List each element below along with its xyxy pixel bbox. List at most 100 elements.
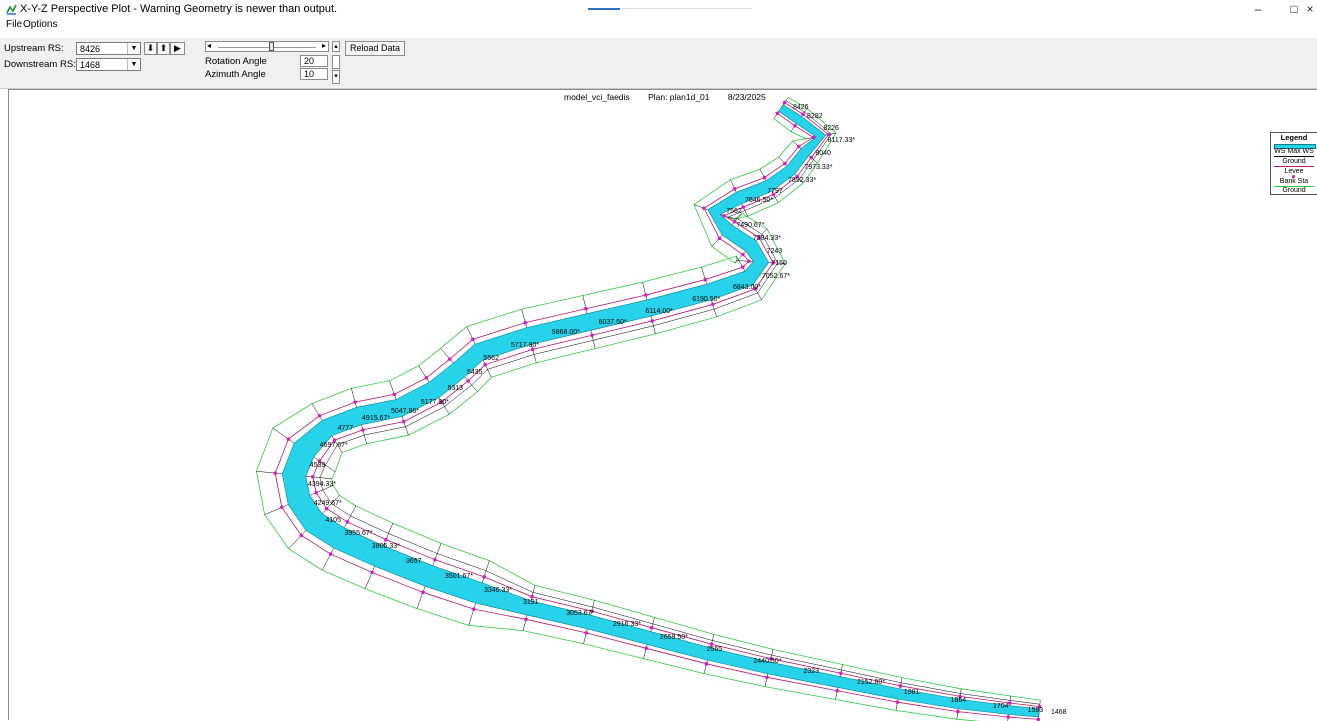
close-button[interactable]: × bbox=[1303, 1, 1317, 17]
rotation-angle-input[interactable]: 20 bbox=[300, 55, 328, 67]
bank-station-marker bbox=[762, 175, 767, 180]
bank-station-marker bbox=[332, 438, 337, 442]
slider-right-arrow-icon[interactable]: ▸ bbox=[322, 41, 326, 50]
bank-station-marker bbox=[732, 187, 737, 191]
slider-track bbox=[218, 47, 316, 48]
bank-station-marker bbox=[783, 161, 787, 166]
bank-station-marker bbox=[482, 575, 486, 579]
bank-station-marker bbox=[809, 155, 814, 160]
menu-options[interactable]: Options bbox=[23, 19, 57, 30]
bank-station-marker bbox=[317, 414, 322, 418]
minimize-button[interactable]: – bbox=[1244, 1, 1272, 17]
river-station-label: 5868.00* bbox=[551, 329, 580, 337]
bank-station-marker bbox=[801, 112, 805, 117]
river-station-label: 8282 bbox=[807, 113, 823, 121]
bank-station-marker bbox=[811, 135, 816, 140]
river-station-label: 4249.67* bbox=[313, 499, 342, 507]
bank-station-marker bbox=[835, 688, 840, 693]
bank-station-marker bbox=[280, 505, 284, 510]
river-perspective-svg bbox=[256, 97, 1042, 721]
downstream-rs-select[interactable]: 1468 ▼ bbox=[76, 58, 141, 71]
river-station-label: 2916.33* bbox=[613, 621, 642, 629]
legend: Legend WS Max WS Ground Levee Bank Sta G… bbox=[1270, 132, 1317, 195]
river-station-label: 7243 bbox=[766, 247, 783, 255]
downstream-rs-value: 1468 bbox=[80, 60, 101, 70]
slider-left-arrow-icon[interactable]: ◂ bbox=[207, 41, 211, 50]
river-station-label: 2565 bbox=[706, 646, 723, 654]
river-station-label: 4394.33* bbox=[308, 481, 337, 488]
reload-data-button[interactable]: Reload Data bbox=[345, 41, 405, 56]
bank-station-marker bbox=[740, 265, 745, 269]
bank-station-marker bbox=[717, 236, 722, 241]
rotation-angle-label: Rotation Angle bbox=[205, 56, 267, 67]
river-station-label: 7490.67* bbox=[736, 222, 765, 230]
play-button[interactable]: ▶ bbox=[170, 42, 185, 55]
river-station-label: 7150 bbox=[771, 260, 787, 268]
arrow-down-icon: ⬇ bbox=[146, 43, 155, 53]
river-station-label: 1583 bbox=[1027, 706, 1044, 714]
slider-thumb[interactable] bbox=[269, 42, 274, 51]
bank-station-marker bbox=[584, 306, 588, 311]
bank-station-marker bbox=[898, 684, 903, 688]
legend-ground-swatch bbox=[1274, 156, 1314, 157]
bank-station-marker bbox=[466, 379, 470, 383]
river-station-label: 7052.67* bbox=[761, 272, 790, 280]
river-station-label: 3657 bbox=[406, 558, 422, 565]
bank-station-marker bbox=[838, 671, 843, 676]
move-downstream-button[interactable]: ⬇ bbox=[144, 42, 157, 55]
chevron-down-icon[interactable]: ▼ bbox=[127, 43, 140, 54]
play-icon: ▶ bbox=[174, 43, 181, 53]
river-station-label: 6114.00* bbox=[645, 307, 673, 315]
perspective-plot-area[interactable]: model_vci_faedis Plan: plan1d_01 8/23/20… bbox=[8, 89, 1317, 721]
bank-station-marker bbox=[392, 392, 397, 397]
bank-station-marker bbox=[895, 700, 900, 704]
rotation-slider[interactable]: ◂ ▸ bbox=[205, 41, 329, 52]
upstream-rs-select[interactable]: 8426 ▼ bbox=[76, 42, 141, 55]
river-station-label: 2440.50* bbox=[753, 657, 782, 665]
slider-spin-button[interactable]: ▴ bbox=[332, 41, 340, 52]
river-station-label: 6843.00* bbox=[733, 283, 762, 291]
bank-station-marker bbox=[310, 475, 315, 479]
bank-station-marker bbox=[956, 709, 960, 714]
river-station-label: 5717.80* bbox=[511, 341, 540, 349]
river-station-label: 5435 bbox=[467, 369, 483, 377]
bank-station-marker bbox=[793, 123, 797, 128]
menu-bar: File Options bbox=[0, 18, 1317, 31]
app-icon bbox=[6, 4, 17, 15]
bank-station-marker bbox=[421, 590, 425, 595]
legend-ground: Ground bbox=[1282, 158, 1306, 165]
azimuth-angle-spinner[interactable]: ▾ bbox=[332, 70, 340, 84]
legend-ground-2: Ground bbox=[1282, 187, 1306, 194]
river-station-label: 6037.50* bbox=[598, 318, 627, 326]
bank-station-marker bbox=[448, 357, 452, 361]
upstream-rs-value: 8426 bbox=[80, 44, 101, 54]
legend-levee-swatch bbox=[1274, 166, 1314, 167]
bank-station-marker bbox=[644, 646, 649, 651]
bank-station-marker bbox=[741, 252, 745, 257]
river-station-label: 8117.33* bbox=[827, 137, 856, 145]
menu-file[interactable]: File bbox=[6, 19, 22, 30]
bank-station-marker bbox=[704, 662, 709, 666]
river-station-label: 4697.67* bbox=[319, 442, 348, 450]
chevron-down-icon[interactable]: ▼ bbox=[127, 59, 140, 70]
downstream-rs-label: Downstream RS: bbox=[4, 59, 76, 70]
title-bar: X-Y-Z Perspective Plot - Warning Geometr… bbox=[0, 0, 1317, 18]
move-upstream-button[interactable]: ⬆ bbox=[157, 42, 170, 55]
river-station-label: 4777 bbox=[337, 425, 354, 433]
river-station-label: 3806.33* bbox=[371, 543, 400, 551]
bank-station-marker bbox=[722, 213, 726, 218]
river-station-label: 1468 bbox=[1051, 709, 1067, 716]
river-station-label: 7892.33* bbox=[788, 176, 817, 184]
river-station-label: 3346.33* bbox=[484, 586, 513, 594]
bank-station-marker bbox=[370, 570, 374, 575]
rotation-angle-spinner[interactable] bbox=[332, 55, 340, 69]
azimuth-angle-input[interactable]: 10 bbox=[300, 68, 328, 80]
river-station-label: 2323 bbox=[803, 668, 819, 676]
bank-station-marker bbox=[328, 552, 333, 556]
river-station-label: 4539 bbox=[309, 461, 326, 469]
river-station-label: 7797 bbox=[767, 187, 783, 195]
bank-station-marker bbox=[523, 320, 528, 325]
river-station-label: 6190.50* bbox=[692, 295, 721, 303]
bank-station-marker bbox=[524, 617, 528, 622]
bank-station-marker bbox=[472, 607, 476, 611]
